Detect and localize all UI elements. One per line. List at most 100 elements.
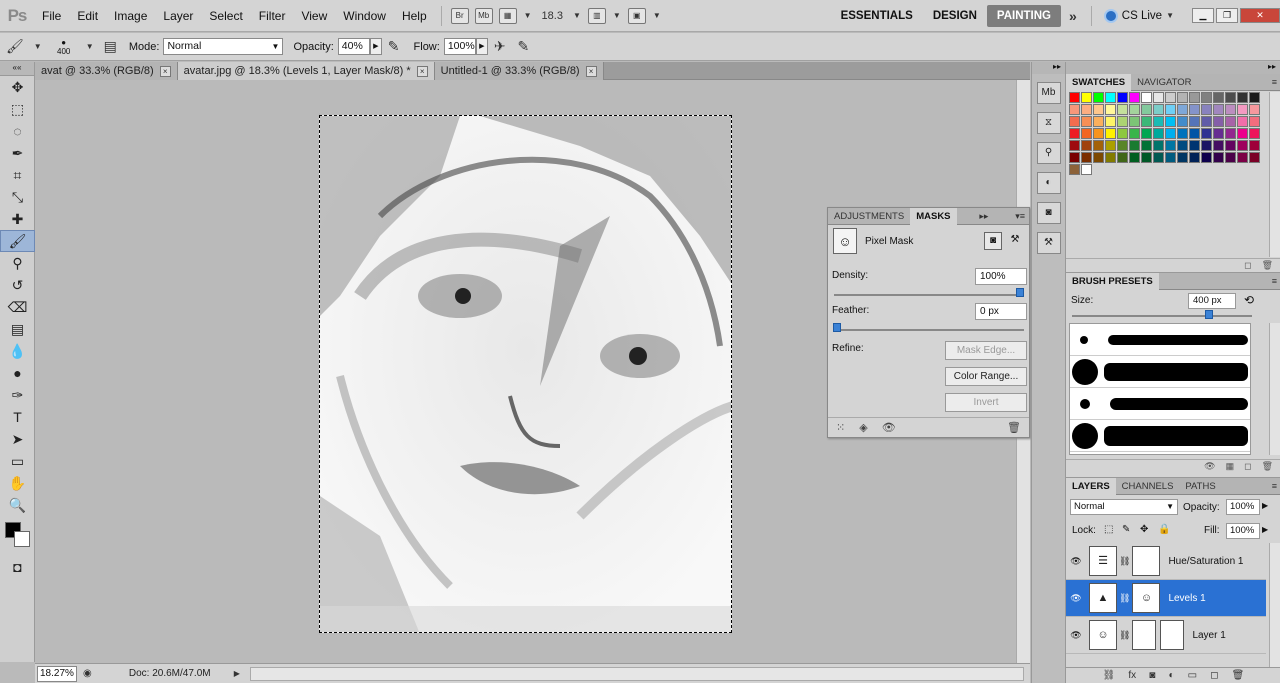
- visibility-eye-icon[interactable]: 👁: [1066, 556, 1086, 567]
- color-swatch[interactable]: [1093, 92, 1104, 103]
- color-swatch[interactable]: [1081, 128, 1092, 139]
- menu-select[interactable]: Select: [201, 0, 250, 32]
- color-swatch[interactable]: [1189, 116, 1200, 127]
- delete-swatch-icon[interactable]: 🗑: [1262, 260, 1273, 271]
- color-swatch[interactable]: [1177, 92, 1188, 103]
- layer-style-icon[interactable]: fx: [1128, 670, 1136, 681]
- color-swatch[interactable]: [1069, 116, 1080, 127]
- tab-brush-presets[interactable]: BRUSH PRESETS: [1066, 272, 1159, 290]
- mini-bridge-icon[interactable]: Mb: [474, 7, 493, 24]
- color-swatch[interactable]: [1177, 116, 1188, 127]
- new-layer-icon[interactable]: ◻: [1210, 670, 1218, 681]
- swatches-scrollbar[interactable]: [1269, 92, 1280, 257]
- menu-filter[interactable]: Filter: [251, 0, 294, 32]
- color-swatch[interactable]: [1069, 128, 1080, 139]
- color-swatch[interactable]: [1165, 116, 1176, 127]
- color-swatch[interactable]: [1201, 140, 1212, 151]
- color-swatch[interactable]: [1249, 140, 1260, 151]
- brush-size-slider-track[interactable]: [1072, 315, 1252, 317]
- color-swatch[interactable]: [1201, 116, 1212, 127]
- swatch-grid[interactable]: [1069, 92, 1263, 176]
- tab-channels[interactable]: CHANNELS: [1116, 478, 1180, 495]
- color-swatch[interactable]: [1213, 92, 1224, 103]
- layer-row-layer-1[interactable]: 👁 ☺ ⛓ Layer 1: [1066, 617, 1266, 654]
- color-swatch[interactable]: [1177, 128, 1188, 139]
- color-swatch[interactable]: [1081, 116, 1092, 127]
- link-icon[interactable]: ⛓: [1119, 593, 1130, 604]
- status-zoom-input[interactable]: 18.27%: [37, 665, 77, 682]
- color-swatch[interactable]: [1237, 116, 1248, 127]
- close-icon[interactable]: ×: [585, 65, 597, 77]
- mini-bridge-panel-icon[interactable]: Mb: [1036, 82, 1061, 104]
- path-selection-tool-icon[interactable]: ➤: [0, 428, 35, 450]
- zoom-dropdown-icon[interactable]: ▼: [573, 11, 581, 20]
- flow-input[interactable]: 100%: [443, 38, 476, 55]
- brush-panel-toggle-icon[interactable]: ▤: [104, 38, 117, 55]
- color-swatch[interactable]: [1129, 152, 1140, 163]
- menu-file[interactable]: File: [34, 0, 69, 32]
- color-swatch[interactable]: [1189, 128, 1200, 139]
- menu-layer[interactable]: Layer: [155, 0, 201, 32]
- color-swatch[interactable]: [1093, 140, 1104, 151]
- collapse-icon[interactable]: ▸▸: [975, 211, 992, 222]
- type-tool-icon[interactable]: T: [0, 406, 35, 428]
- color-swatch[interactable]: [1165, 128, 1176, 139]
- layer-mask-thumbnail[interactable]: [1132, 546, 1161, 576]
- color-swatch[interactable]: [1213, 140, 1224, 151]
- color-swatch[interactable]: [1201, 92, 1212, 103]
- color-swatch[interactable]: [1081, 92, 1092, 103]
- color-swatch[interactable]: [1093, 128, 1104, 139]
- color-swatch[interactable]: [1225, 128, 1236, 139]
- history-panel-icon[interactable]: ⧖: [1036, 112, 1061, 134]
- color-swatch[interactable]: [1069, 140, 1080, 151]
- color-swatch[interactable]: [1225, 116, 1236, 127]
- restore-button[interactable]: ❐: [1216, 8, 1238, 23]
- density-slider-knob[interactable]: [1016, 288, 1024, 297]
- color-swatch[interactable]: [1105, 140, 1116, 151]
- color-swatch[interactable]: [1081, 104, 1092, 115]
- zoom-tool-icon[interactable]: 🔍: [0, 494, 35, 516]
- color-range-button[interactable]: Color Range...: [945, 367, 1027, 386]
- arrange-dropdown-icon[interactable]: ▼: [613, 11, 621, 20]
- color-swatch[interactable]: [1093, 116, 1104, 127]
- brush-size-input[interactable]: 400 px: [1188, 293, 1236, 309]
- screen-mode-icon[interactable]: ▣: [627, 7, 646, 24]
- healing-brush-tool-icon[interactable]: ✚: [0, 208, 35, 230]
- lock-transparent-icon[interactable]: ⬚: [1104, 524, 1113, 535]
- color-swatch[interactable]: [1213, 104, 1224, 115]
- tab-swatches[interactable]: SWATCHES: [1066, 73, 1132, 91]
- color-swatch[interactable]: [1129, 104, 1140, 115]
- color-swatch[interactable]: [1153, 104, 1164, 115]
- delete-preset-icon[interactable]: 🗑: [1262, 461, 1273, 472]
- lock-position-icon[interactable]: ✥: [1140, 524, 1148, 535]
- close-icon[interactable]: ×: [416, 65, 428, 77]
- color-swatch[interactable]: [1225, 92, 1236, 103]
- panel-menu-icon[interactable]: ≡: [1268, 77, 1280, 87]
- color-swatch[interactable]: [1213, 128, 1224, 139]
- menu-view[interactable]: View: [293, 0, 335, 32]
- menu-help[interactable]: Help: [394, 0, 435, 32]
- color-swatch[interactable]: [1081, 152, 1092, 163]
- screen-mode-dropdown-icon[interactable]: ▼: [653, 11, 661, 20]
- color-swatch[interactable]: [1165, 104, 1176, 115]
- brush-preset-item[interactable]: [1070, 420, 1250, 452]
- brush-size-slider-knob[interactable]: [1205, 310, 1213, 319]
- color-swatch[interactable]: [1141, 104, 1152, 115]
- pressure-opacity-icon[interactable]: ✎: [388, 38, 400, 55]
- blur-tool-icon[interactable]: 💧: [0, 340, 35, 362]
- brush-preset-picker[interactable]: ● 400: [46, 35, 82, 59]
- color-swatch[interactable]: [1201, 128, 1212, 139]
- density-input[interactable]: 100%: [975, 268, 1027, 285]
- color-swatch[interactable]: [1129, 140, 1140, 151]
- mode-select[interactable]: Normal ▼: [163, 38, 284, 55]
- menu-window[interactable]: Window: [335, 0, 394, 32]
- color-swatch[interactable]: [1249, 128, 1260, 139]
- link-layers-icon[interactable]: ⛓: [1103, 670, 1116, 681]
- workspace-essentials[interactable]: ESSENTIALS: [831, 5, 923, 27]
- new-adjustment-icon[interactable]: ◐: [1168, 670, 1174, 681]
- invert-button[interactable]: Invert: [945, 393, 1027, 412]
- layer-opacity-slider-icon[interactable]: ▶: [1262, 501, 1268, 510]
- mask-edge-button[interactable]: Mask Edge...: [945, 341, 1027, 360]
- color-swatch[interactable]: [1069, 164, 1080, 175]
- delete-layer-icon[interactable]: 🗑: [1232, 670, 1245, 681]
